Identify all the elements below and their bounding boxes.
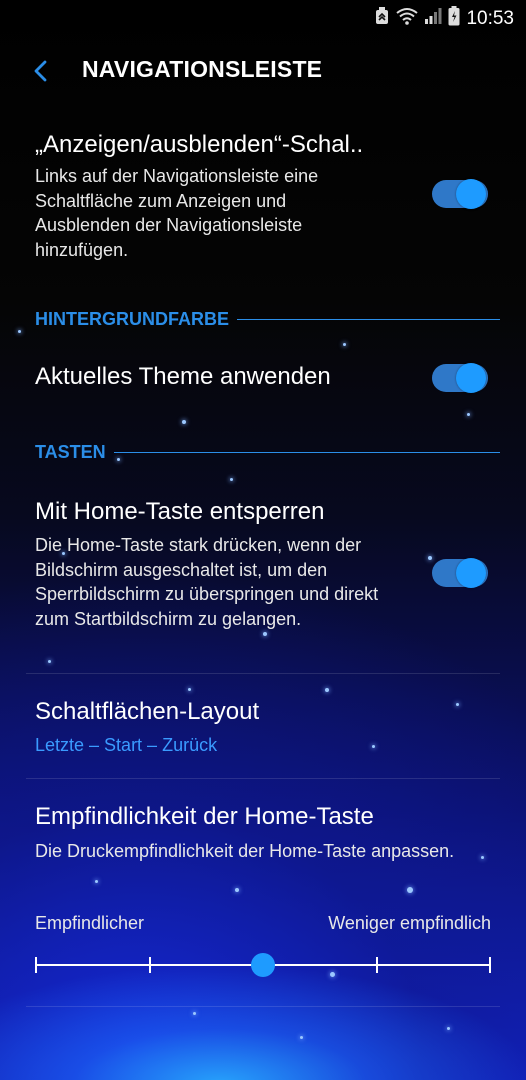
apply-theme-toggle[interactable] [432, 363, 488, 393]
battery-icon [448, 6, 460, 31]
page-title: NAVIGATIONSLEISTE [82, 56, 323, 82]
toggle-knob [456, 363, 486, 393]
status-bar: 10:53 [0, 0, 526, 36]
chevron-left-icon [26, 60, 56, 90]
sensitivity-slider[interactable] [35, 953, 491, 977]
slider-tick [35, 957, 37, 973]
data-saver-icon [374, 7, 390, 30]
slider-thumb[interactable] [251, 953, 275, 977]
section-divider [237, 318, 500, 320]
button-layout-setting[interactable]: Schaltflächen-Layout Letzte – Start – Zu… [0, 690, 526, 770]
back-button[interactable] [26, 56, 56, 86]
apply-theme-setting[interactable]: Aktuelles Theme anwenden [0, 352, 526, 406]
setting-title: Aktuelles Theme anwenden [35, 363, 331, 390]
slider-tick [149, 957, 151, 973]
setting-title: Empfindlichkeit der Home-Taste [35, 803, 374, 830]
list-divider [26, 778, 500, 779]
toggle-knob [456, 179, 486, 209]
setting-value: Letzte – Start – Zurück [35, 735, 218, 755]
toggle-knob [456, 558, 486, 588]
section-header-background: HINTERGRUNDFARBE [35, 308, 500, 330]
section-label: HINTERGRUNDFARBE [35, 308, 230, 329]
slider-max-label: Weniger empfindlich [328, 913, 491, 933]
slider-min-label: Empfindlicher [35, 913, 145, 933]
setting-title: Schaltflächen-Layout [35, 698, 260, 725]
wifi-icon [396, 7, 419, 30]
show-hide-button-setting[interactable]: „Anzeigen/ausblenden“-Schal.. Links auf … [0, 128, 526, 268]
section-label: TASTEN [35, 441, 106, 462]
slider-tick [376, 957, 378, 973]
section-header-keys: TASTEN [35, 441, 500, 463]
status-time: 10:53 [466, 7, 514, 29]
signal-icon [424, 7, 442, 30]
list-divider [26, 673, 500, 674]
setting-title: „Anzeigen/ausblenden“-Schal.. [35, 131, 364, 158]
setting-description: Links auf der Navigationsleiste eine Sch… [35, 166, 319, 260]
app-bar: NAVIGATIONSLEISTE [0, 50, 526, 92]
setting-description: Die Home-Taste stark drücken, wenn der B… [35, 535, 379, 629]
slider-tick [489, 957, 491, 973]
setting-title: Mit Home-Taste entsperren [35, 498, 325, 525]
section-divider [113, 451, 500, 453]
home-unlock-toggle[interactable] [432, 558, 488, 588]
list-divider [26, 1006, 500, 1007]
home-unlock-setting[interactable]: Mit Home-Taste entsperren Die Home-Taste… [0, 495, 526, 665]
setting-description: Die Druckempfindlichkeit der Home-Taste … [35, 841, 455, 861]
show-hide-toggle[interactable] [432, 179, 488, 209]
